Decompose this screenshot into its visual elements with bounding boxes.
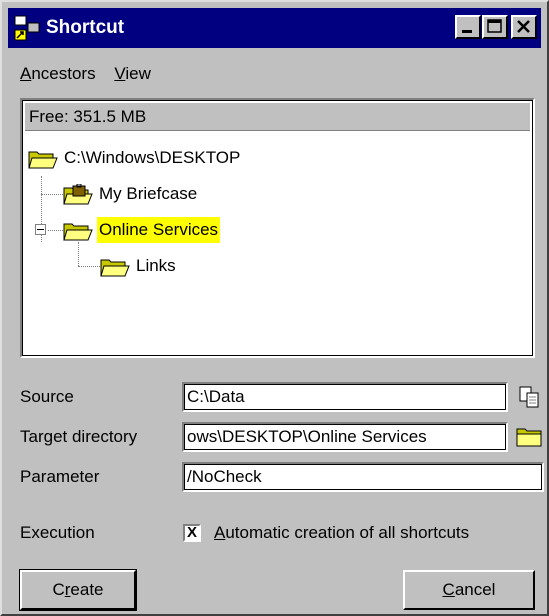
- minimize-icon: [462, 30, 472, 33]
- minimize-button[interactable]: [455, 15, 481, 39]
- folder-tree-panel[interactable]: Free: 351.5 MB C:\Windows\DESKTOP My Bri…: [20, 98, 535, 358]
- tree-node-label: My Briefcase: [99, 184, 198, 203]
- shortcut-window: Shortcut Ancestors View Free: 351.5 MB C…: [0, 0, 549, 616]
- create-button[interactable]: Create: [19, 569, 137, 611]
- tree-connector: [78, 242, 79, 266]
- title-bar[interactable]: Shortcut: [8, 8, 541, 48]
- maximize-button[interactable]: [482, 15, 508, 39]
- maximize-icon: [487, 19, 502, 33]
- free-space-bar: Free: 351.5 MB: [25, 103, 530, 131]
- shortcut-app-icon: [14, 15, 40, 41]
- cancel-button[interactable]: Cancel: [403, 570, 535, 610]
- tree-node-label: C:\Windows\DESKTOP: [64, 148, 241, 167]
- window-title: Shortcut: [46, 17, 125, 38]
- tree-connector: [78, 266, 100, 267]
- open-folder-icon: [28, 151, 58, 169]
- parameter-label: Parameter: [20, 467, 100, 486]
- tree-node-label-selected: Online Services: [97, 217, 221, 243]
- open-folder-icon: [63, 223, 93, 241]
- source-label: Source: [20, 387, 74, 406]
- briefcase-icon: [63, 184, 93, 205]
- tree-connector: [41, 194, 63, 195]
- automatic-creation-checkbox[interactable]: X: [183, 524, 201, 542]
- collapse-toggle[interactable]: [35, 224, 46, 235]
- browse-folder-icon[interactable]: [516, 423, 544, 451]
- close-icon: [517, 20, 530, 33]
- copy-icon[interactable]: [516, 383, 544, 411]
- tree-connector: [48, 230, 63, 231]
- menu-view[interactable]: View: [114, 60, 151, 88]
- menu-ancestors[interactable]: Ancestors: [20, 60, 96, 88]
- close-button[interactable]: [511, 15, 537, 39]
- source-field[interactable]: C:\Data: [182, 382, 508, 412]
- tree-node-label: Links: [136, 256, 176, 275]
- automatic-creation-label[interactable]: Automatic creation of all shortcuts: [214, 518, 469, 548]
- execution-label: Execution: [20, 523, 95, 542]
- parameter-field[interactable]: /NoCheck: [182, 462, 544, 492]
- target-directory-label: Target directory: [20, 427, 138, 446]
- menu-bar: Ancestors View: [20, 60, 165, 88]
- target-directory-field[interactable]: ows\DESKTOP\Online Services: [182, 422, 508, 452]
- open-folder-icon: [100, 259, 130, 277]
